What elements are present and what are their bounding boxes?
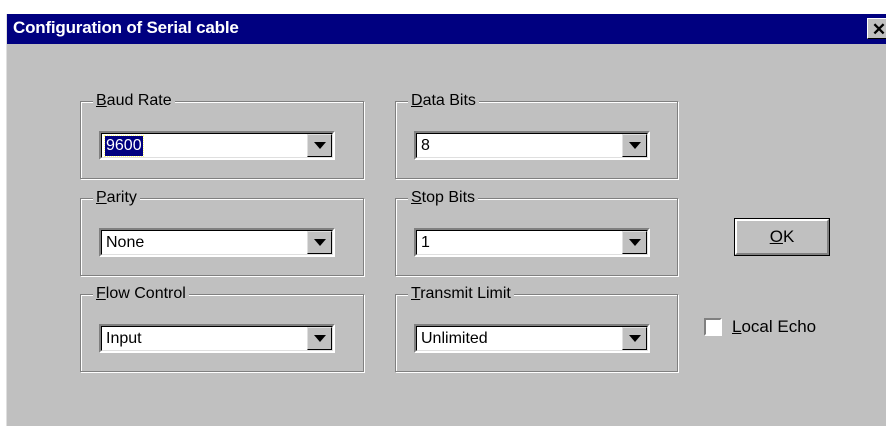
serial-config-dialog: Configuration of Serial cable ✕ Baud Rat…	[6, 14, 886, 426]
flow-control-select[interactable]: Input	[99, 324, 335, 353]
parity-group: Parity None	[80, 188, 364, 276]
stop-bits-label: Stop Bits	[408, 188, 479, 208]
chevron-down-icon	[629, 335, 641, 342]
stop-bits-group: Stop Bits 1	[395, 188, 678, 276]
chevron-down-icon	[629, 142, 641, 149]
transmit-limit-value: Unlimited	[421, 330, 488, 347]
window-title: Configuration of Serial cable	[13, 18, 239, 37]
transmit-limit-group: Transmit Limit Unlimited	[395, 284, 678, 372]
data-bits-label: Data Bits	[408, 91, 479, 111]
data-bits-select[interactable]: 8	[414, 131, 650, 160]
flow-control-dropdown-button[interactable]	[307, 327, 332, 350]
chevron-down-icon	[314, 335, 326, 342]
parity-dropdown-button[interactable]	[307, 231, 332, 254]
parity-value: None	[106, 234, 145, 251]
transmit-limit-label: Transmit Limit	[408, 284, 514, 304]
close-icon: ✕	[871, 20, 886, 39]
flow-control-group: Flow Control Input	[80, 284, 364, 372]
baud-rate-select[interactable]: 9600	[99, 131, 335, 160]
chevron-down-icon	[629, 239, 641, 246]
title-bar[interactable]: Configuration of Serial cable ✕	[7, 14, 886, 44]
local-echo-label[interactable]: Local Echo	[732, 317, 816, 337]
baud-rate-value: 9600	[104, 135, 144, 157]
flow-control-value: Input	[106, 330, 142, 347]
stop-bits-value: 1	[421, 234, 430, 251]
data-bits-dropdown-button[interactable]	[622, 134, 647, 157]
chevron-down-icon	[314, 239, 326, 246]
baud-rate-dropdown-button[interactable]	[307, 134, 332, 157]
close-button[interactable]: ✕	[867, 18, 886, 39]
transmit-limit-select[interactable]: Unlimited	[414, 324, 650, 353]
parity-select[interactable]: None	[99, 228, 335, 257]
chevron-down-icon	[314, 142, 326, 149]
data-bits-group: Data Bits 8	[395, 91, 678, 179]
stop-bits-select[interactable]: 1	[414, 228, 650, 257]
flow-control-label: Flow Control	[93, 284, 189, 304]
ok-button[interactable]: OK	[734, 218, 830, 256]
transmit-limit-dropdown-button[interactable]	[622, 327, 647, 350]
data-bits-value: 8	[421, 137, 430, 154]
baud-rate-group: Baud Rate 9600	[80, 91, 364, 179]
stop-bits-dropdown-button[interactable]	[622, 231, 647, 254]
parity-label: Parity	[93, 188, 140, 208]
local-echo-checkbox[interactable]	[704, 318, 722, 336]
baud-rate-label: Baud Rate	[93, 91, 175, 111]
